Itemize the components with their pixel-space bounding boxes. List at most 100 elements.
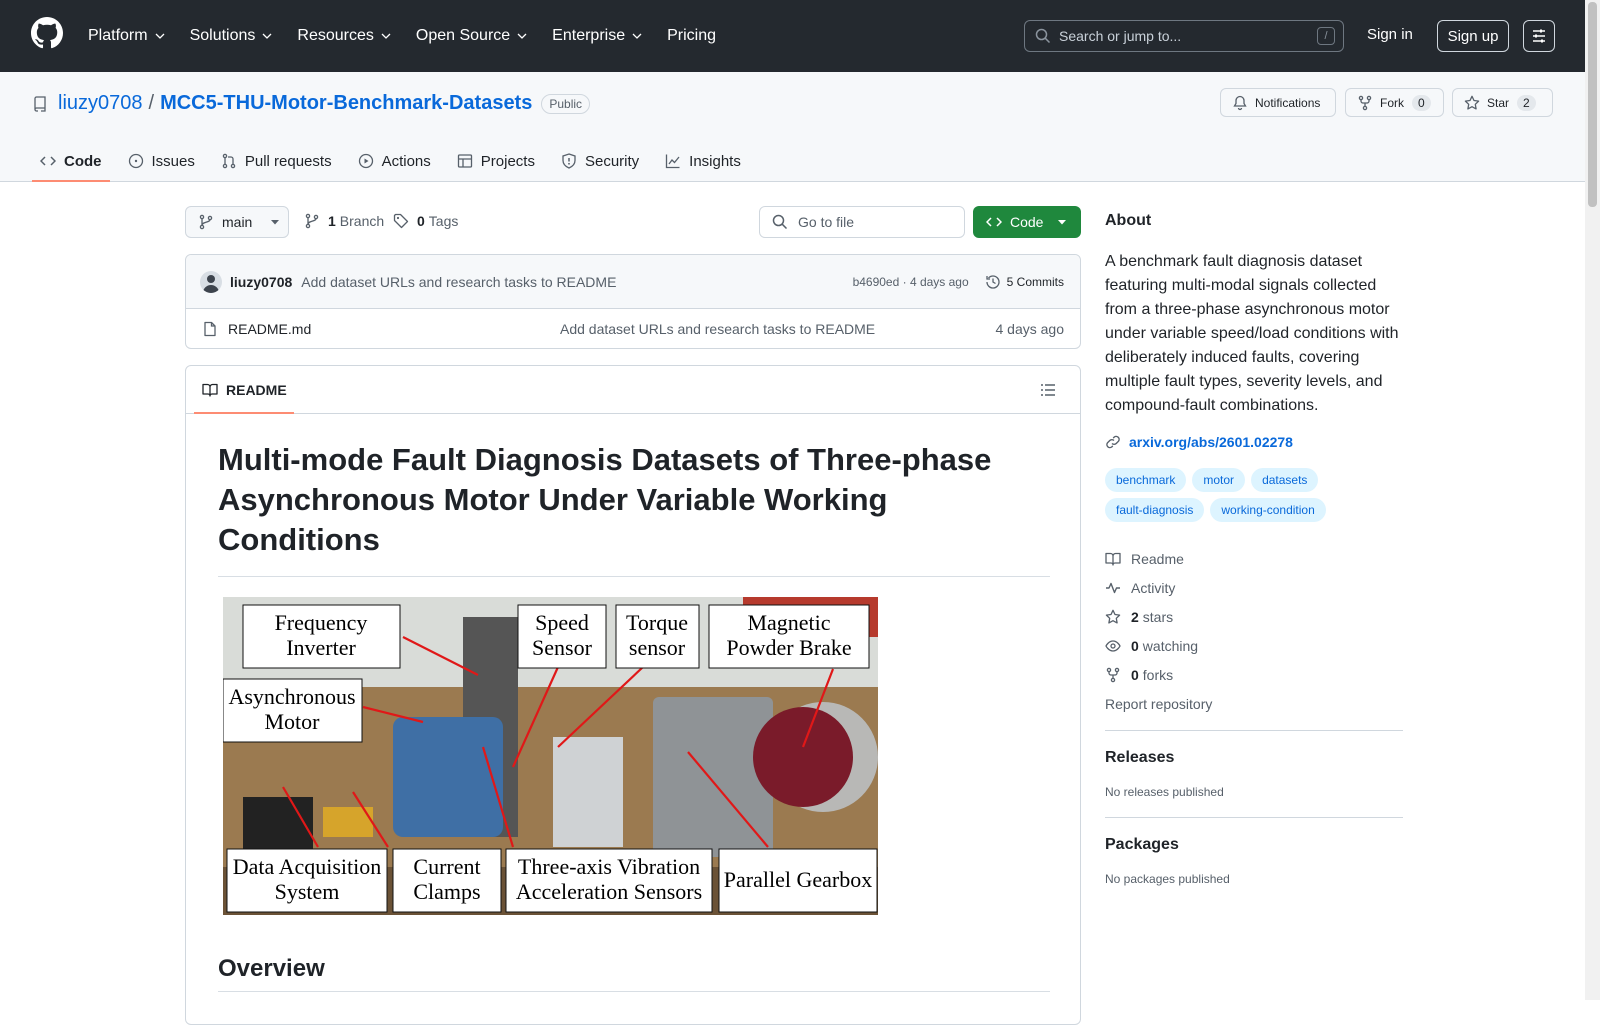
branches-link[interactable]: 1 Branch [304, 213, 384, 229]
svg-text:Data Acquisition: Data Acquisition [233, 854, 381, 879]
list-toc-icon[interactable] [1040, 382, 1056, 398]
tags-link[interactable]: 0 Tags [393, 213, 458, 229]
branch-selector[interactable]: main [185, 206, 289, 238]
sign-up-button[interactable]: Sign up [1437, 20, 1509, 52]
stars-link[interactable]: 2 stars [1105, 602, 1405, 631]
about-heading: About [1105, 212, 1152, 229]
repo-stats: Readme Activity 2 stars 0 watching 0 forks … [1105, 544, 1405, 718]
nav-pricing[interactable]: Pricing [667, 27, 716, 45]
about-description: A benchmark fault diagnosis dataset feat… [1105, 253, 1399, 414]
nav-platform[interactable]: Platform [88, 27, 166, 45]
notifications-button[interactable]: Notifications [1220, 88, 1336, 117]
watching-link[interactable]: 0 watching [1105, 631, 1405, 660]
file-name-link[interactable]: README.md [228, 321, 311, 337]
pulse-icon [1106, 582, 1120, 593]
report-repository-link[interactable]: Report repository [1105, 689, 1405, 718]
code-icon [986, 217, 1002, 227]
divider [1105, 730, 1403, 731]
menu-button[interactable] [1523, 20, 1555, 52]
tab-actions[interactable]: Actions [350, 140, 439, 182]
repo-name-link[interactable]: MCC5-THU-Motor-Benchmark-Datasets [160, 92, 532, 115]
caret-down-icon [271, 220, 280, 225]
go-to-file-input[interactable]: Go to file [759, 206, 965, 238]
tab-pull-requests[interactable]: Pull requests [213, 140, 340, 182]
file-browser: liuzy0708 Add dataset URLs and research … [185, 254, 1081, 349]
file-date: 4 days ago [995, 321, 1065, 337]
svg-text:Frequency: Frequency [275, 610, 368, 635]
nav-enterprise[interactable]: Enterprise [552, 27, 643, 45]
svg-text:Torque: Torque [626, 610, 688, 635]
tab-issues[interactable]: Issues [120, 140, 203, 182]
file-commit-message[interactable]: Add dataset URLs and research tasks to R… [560, 321, 875, 337]
avatar[interactable] [200, 270, 222, 293]
commit-hash-time[interactable]: b4690ed · 4 days ago [853, 275, 969, 289]
star-button[interactable]: Star 2 [1452, 88, 1553, 117]
scrollbar-thumb[interactable] [1588, 2, 1597, 207]
repo-owner-link[interactable]: liuzy0708 [58, 92, 143, 115]
overview-heading: Overview [218, 955, 325, 982]
caret-down-icon [1058, 220, 1067, 225]
branch-name: main [222, 214, 253, 230]
commits-link[interactable]: 5 Commits [985, 274, 1064, 290]
svg-text:Motor: Motor [265, 709, 321, 734]
readme-link[interactable]: Readme [1105, 544, 1405, 573]
table-icon [457, 154, 472, 168]
fork-button[interactable]: Fork 0 [1345, 88, 1444, 117]
releases-heading[interactable]: Releases [1105, 749, 1405, 767]
svg-text:Powder Brake: Powder Brake [726, 635, 851, 660]
topic-tag[interactable]: fault-diagnosis [1105, 498, 1205, 522]
forks-link[interactable]: 0 forks [1105, 660, 1405, 689]
topic-tag[interactable]: datasets [1251, 468, 1319, 492]
code-download-button[interactable]: Code [973, 206, 1081, 238]
branch-icon [305, 213, 319, 229]
homepage-link[interactable]: arxiv.org/abs/2601.02278 [1105, 434, 1405, 450]
tab-insights[interactable]: Insights [657, 140, 749, 182]
sliders-icon [1533, 29, 1545, 43]
topic-tag[interactable]: motor [1192, 468, 1246, 492]
search-shortcut-key: / [1317, 27, 1335, 45]
packages-heading[interactable]: Packages [1105, 836, 1405, 854]
sign-in-link[interactable]: Sign in [1367, 26, 1413, 43]
svg-text:Sensor: Sensor [532, 635, 593, 660]
svg-text:Acceleration Sensors: Acceleration Sensors [516, 879, 702, 904]
tab-projects[interactable]: Projects [449, 140, 543, 182]
chevron-down-icon [517, 33, 527, 39]
readme-tab[interactable]: README [186, 366, 1080, 414]
file-row[interactable]: README.md Add dataset URLs and research … [186, 309, 1080, 349]
active-tab-underline [194, 412, 294, 414]
topic-tag[interactable]: benchmark [1105, 468, 1187, 492]
divider [1105, 817, 1403, 818]
nav-open-source[interactable]: Open Source [416, 27, 528, 45]
fork-count: 0 [1412, 94, 1431, 111]
eye-icon [1105, 639, 1121, 652]
topic-tag[interactable]: working-condition [1210, 498, 1326, 522]
top-nav: Platform Solutions Resources Open Source… [88, 0, 740, 72]
graph-icon [666, 154, 680, 169]
tab-code[interactable]: Code [32, 140, 110, 182]
global-header: Platform Solutions Resources Open Source… [0, 0, 1585, 72]
activity-link[interactable]: Activity [1105, 573, 1405, 602]
branch-count: 1 [328, 213, 336, 229]
releases-empty: No releases published [1105, 785, 1224, 799]
repo-title: liuzy0708 / MCC5-THU-Motor-Benchmark-Dat… [32, 92, 591, 115]
nav-solutions[interactable]: Solutions [190, 27, 274, 45]
commit-message-link[interactable]: Add dataset URLs and research tasks to R… [301, 274, 616, 290]
repo-icon [34, 95, 46, 112]
svg-text:sensor: sensor [629, 635, 686, 660]
search-icon [1035, 28, 1051, 44]
test-bench-figure: Frequency Inverter Speed Sensor Torque s… [223, 597, 878, 915]
chevron-down-icon [632, 33, 642, 39]
github-logo-icon[interactable] [31, 17, 63, 49]
repo-tabs: Code Issues Pull requests Actions Projec… [32, 140, 759, 182]
topics-list: benchmark motor datasets fault-diagnosis… [1105, 468, 1405, 528]
star-icon [1464, 95, 1480, 110]
star-icon [1105, 609, 1121, 624]
nav-resources[interactable]: Resources [297, 27, 391, 45]
divider [218, 991, 1050, 992]
commit-author-link[interactable]: liuzy0708 [230, 274, 292, 290]
readme-title: Multi-mode Fault Diagnosis Datasets of T… [218, 442, 992, 557]
search-input[interactable]: Search or jump to... / [1024, 20, 1344, 52]
book-icon [1105, 552, 1121, 566]
tab-security[interactable]: Security [553, 140, 647, 182]
latest-commit-row: liuzy0708 Add dataset URLs and research … [186, 255, 1080, 309]
